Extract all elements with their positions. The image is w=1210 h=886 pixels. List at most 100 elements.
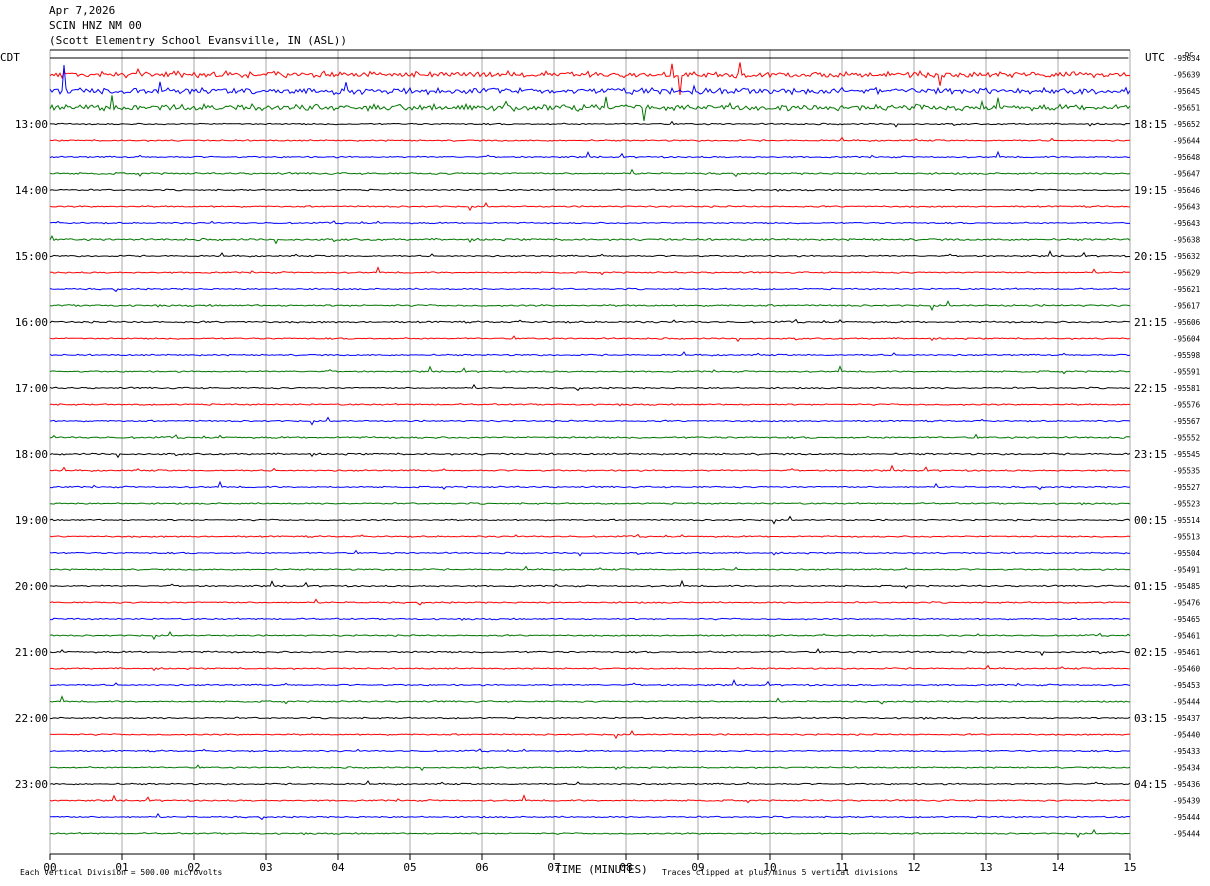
dc-offset-label: -95552 — [1173, 434, 1200, 443]
dc-offset-label: -95491 — [1173, 566, 1200, 575]
trace-row-26 — [49, 480, 1131, 491]
trace-row-8 — [49, 188, 1131, 192]
dc-offset-label: -95581 — [1173, 384, 1200, 393]
right-hour-label: 04:15 — [1134, 778, 1167, 791]
dc-offset-label: -95644 — [1173, 137, 1201, 146]
left-timezone-label: CDT — [0, 51, 20, 64]
trace-row-36 — [49, 648, 1131, 657]
left-hour-label: 23:00 — [15, 778, 48, 791]
trace-row-47 — [49, 828, 1131, 839]
x-tick-label-14: 14 — [1051, 861, 1065, 874]
trace-row-40 — [49, 716, 1131, 720]
right-timezone-label: UTC — [1145, 51, 1165, 64]
trace-row-27 — [49, 502, 1131, 506]
x-axis-label: TIME (MINUTES) — [555, 863, 648, 876]
trace-row-43 — [49, 764, 1131, 772]
dc-offset-label: -95504 — [1173, 549, 1201, 558]
plot-frame — [49, 49, 1131, 860]
dc-offset-label: -95476 — [1173, 599, 1201, 608]
right-hour-label: 18:15 — [1134, 118, 1167, 131]
trace-row-45 — [49, 794, 1131, 804]
trace-row-44 — [49, 780, 1131, 786]
dc-offset-label: -95545 — [1173, 450, 1200, 459]
dc-offset-label: -95514 — [1173, 516, 1201, 525]
dc-offset-label: -95444 — [1173, 698, 1201, 707]
dc-offset-label: -95606 — [1173, 318, 1201, 327]
dc-offset-label: -95461 — [1173, 632, 1200, 641]
x-tick-label-13: 13 — [979, 861, 992, 874]
dc-offset-label: -95598 — [1173, 351, 1201, 360]
helicorder-plot: CDT UTC DC Each Vertical Division = 500.… — [0, 49, 1201, 877]
trace-row-35 — [49, 630, 1131, 641]
trace-row-18 — [49, 351, 1131, 357]
dc-offset-label: -95652 — [1173, 120, 1200, 129]
dc-offset-label: -95461 — [1173, 648, 1200, 657]
trace-row-25 — [49, 464, 1131, 473]
right-hour-label: 21:15 — [1134, 316, 1167, 329]
left-hour-label: 16:00 — [15, 316, 48, 329]
dc-offset-label: -95567 — [1173, 417, 1200, 426]
trace-row-17 — [49, 335, 1131, 343]
trace-row-22 — [49, 416, 1131, 426]
dc-offset-label: -95632 — [1173, 252, 1200, 261]
left-hour-label: 15:00 — [15, 250, 48, 263]
trace-row-16 — [49, 318, 1131, 324]
trace-row-42 — [49, 748, 1131, 753]
left-hour-label: 18:00 — [15, 448, 48, 461]
trace-row-37 — [49, 664, 1131, 672]
dc-offset-label: -95639 — [1173, 71, 1200, 80]
x-tick-label-04: 04 — [331, 861, 345, 874]
dc-offset-label: -95617 — [1173, 302, 1200, 311]
x-tick-label-10: 10 — [763, 861, 776, 874]
right-hour-label: 23:15 — [1134, 448, 1167, 461]
left-hour-label: 21:00 — [15, 646, 48, 659]
trace-row-10 — [49, 220, 1131, 225]
x-tick-label-08: 08 — [619, 861, 632, 874]
trace-row-13 — [49, 266, 1131, 276]
right-hour-label: 00:15 — [1134, 514, 1167, 527]
trace-row-2 — [49, 64, 1131, 96]
x-tick-label-11: 11 — [835, 861, 848, 874]
dc-offset-label: -95647 — [1173, 170, 1200, 179]
trace-row-3 — [49, 95, 1131, 121]
left-hour-label: 14:00 — [15, 184, 48, 197]
trace-row-20 — [49, 383, 1131, 392]
dc-offset-label: -95638 — [1173, 236, 1201, 245]
dc-offset-label: -95634 — [1173, 54, 1201, 63]
trace-row-29 — [49, 533, 1131, 538]
x-tick-label-02: 02 — [187, 861, 200, 874]
left-hour-label: 17:00 — [15, 382, 48, 395]
x-tick-label-15: 15 — [1123, 861, 1136, 874]
dc-offset-label: -95453 — [1173, 681, 1200, 690]
dc-offset-label: -95643 — [1173, 203, 1200, 212]
x-tick-label-03: 03 — [259, 861, 272, 874]
trace-row-28 — [49, 515, 1131, 525]
right-hour-label: 22:15 — [1134, 382, 1167, 395]
x-tick-label-00: 00 — [43, 861, 56, 874]
trace-row-30 — [49, 549, 1131, 557]
trace-row-5 — [49, 136, 1131, 143]
right-hour-label: 02:15 — [1134, 646, 1167, 659]
trace-row-4 — [49, 120, 1130, 128]
dc-offset-label: -95645 — [1173, 87, 1200, 96]
x-tick-label-05: 05 — [403, 861, 416, 874]
dc-offset-label: -95485 — [1173, 582, 1200, 591]
left-hour-label: 13:00 — [15, 118, 48, 131]
dc-offset-label: -95460 — [1173, 665, 1201, 674]
trace-row-15 — [49, 300, 1131, 312]
axis-labels: CDT UTC DC Each Vertical Division = 500.… — [0, 51, 1201, 877]
dc-offset-label: -95643 — [1173, 219, 1200, 228]
right-hour-label: 01:15 — [1134, 580, 1167, 593]
dc-offset-label: -95576 — [1173, 401, 1201, 410]
x-tick-label-07: 07 — [547, 861, 560, 874]
dc-offset-label: -95436 — [1173, 780, 1201, 789]
dc-offset-label: -95621 — [1173, 285, 1200, 294]
dc-offset-label: -95444 — [1173, 813, 1201, 822]
dc-offset-label: -95629 — [1173, 269, 1200, 278]
trace-row-33 — [49, 598, 1131, 606]
dc-offset-label: -95535 — [1173, 467, 1200, 476]
trace-row-23 — [49, 433, 1131, 440]
trace-row-39 — [49, 695, 1131, 705]
right-hour-label: 03:15 — [1134, 712, 1167, 725]
dc-offset-label: -95444 — [1173, 830, 1201, 839]
